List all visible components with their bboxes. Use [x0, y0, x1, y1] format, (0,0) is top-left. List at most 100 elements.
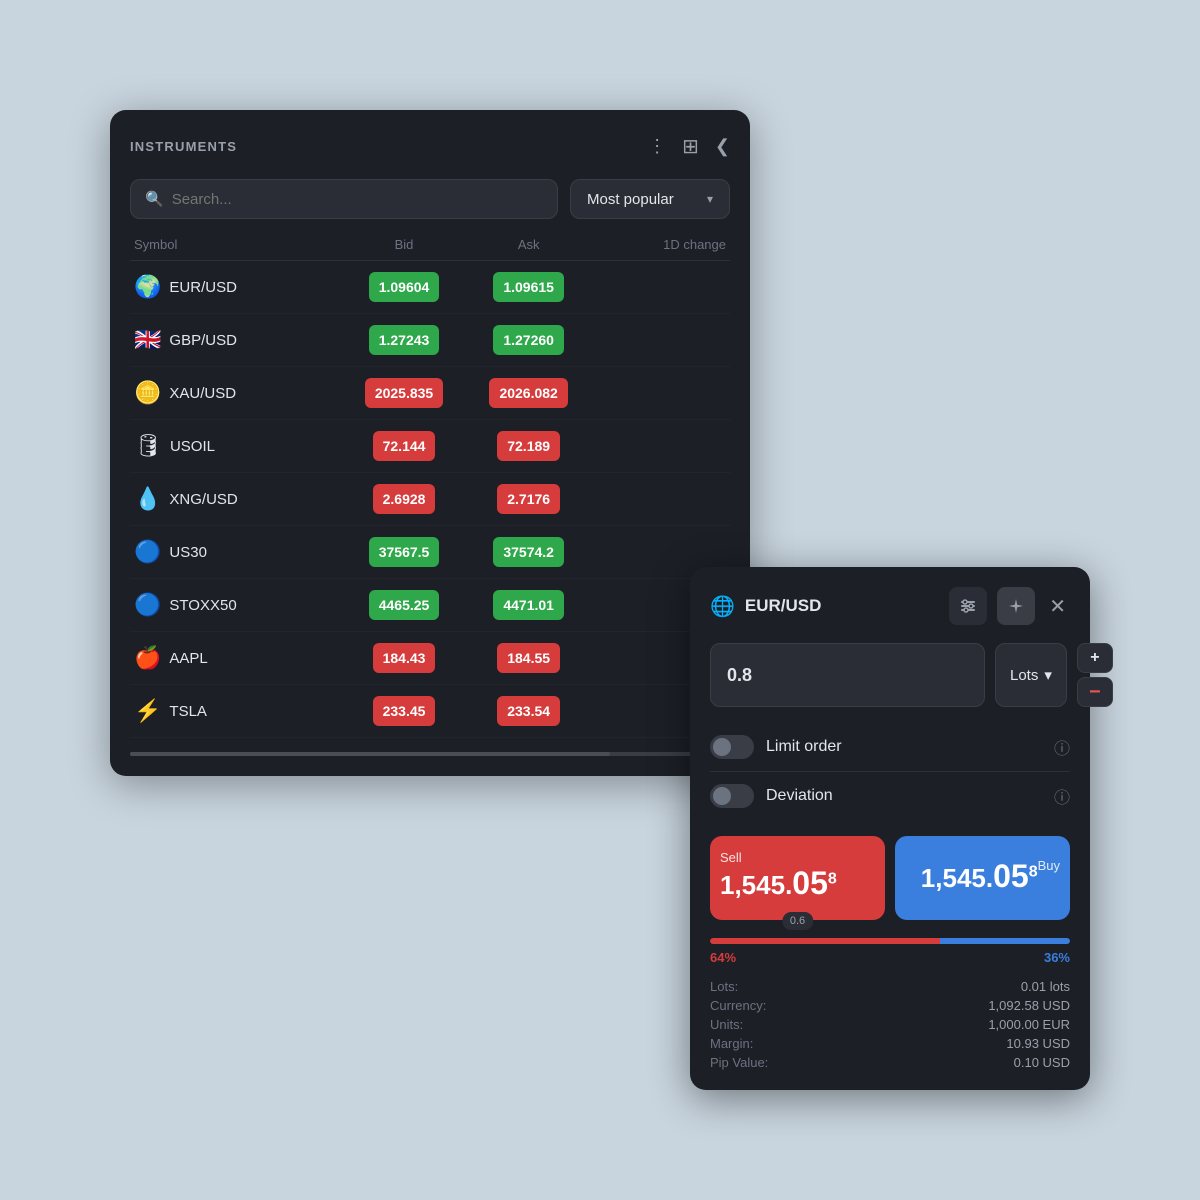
lot-unit-selector[interactable]: Lots ▾: [995, 643, 1067, 707]
table-row[interactable]: 🪙 XAU/USD 2025.835 2026.082: [130, 367, 730, 420]
limit-order-row: Limit order ⓘ: [710, 723, 1070, 772]
symbol-name: XNG/USD: [169, 491, 237, 508]
sentiment-labels: 64% 36%: [710, 950, 1070, 965]
trading-symbol: EUR/USD: [745, 596, 939, 616]
bid-cell: 2.6928: [342, 484, 467, 514]
lot-stepper: + −: [1077, 643, 1113, 707]
bid-price: 4465.25: [369, 590, 440, 620]
ask-cell: 1.09615: [466, 272, 591, 302]
symbol-cell: 🇬🇧 GBP/USD: [134, 327, 342, 353]
sentiment-blue-fill: [940, 938, 1070, 944]
sell-button[interactable]: Sell 1,545.058 0.6: [710, 836, 885, 920]
currency-label: Currency:: [710, 998, 890, 1013]
deviation-toggle[interactable]: [710, 784, 754, 808]
buy-sell-row: Sell 1,545.058 0.6 Buy 1,545.058: [710, 836, 1070, 920]
symbol-name: GBP/USD: [169, 332, 237, 349]
ask-price: 233.54: [497, 696, 560, 726]
symbol-cell: 🛢 USOIL: [134, 433, 342, 459]
ask-price: 72.189: [497, 431, 560, 461]
sparkle-button[interactable]: [997, 587, 1035, 625]
bid-cell: 72.144: [342, 431, 467, 461]
table-row[interactable]: 🛢 USOIL 72.144 72.189: [130, 420, 730, 473]
search-input[interactable]: [172, 191, 543, 208]
sell-price-exp: 8: [828, 871, 837, 888]
units-value: 1,000.00 EUR: [890, 1017, 1070, 1032]
limit-order-info-icon[interactable]: ⓘ: [1054, 735, 1070, 759]
bid-cell: 233.45: [342, 696, 467, 726]
table-row[interactable]: 🔵 US30 37567.5 37574.2: [130, 526, 730, 579]
symbol-icon: 🛢: [134, 433, 162, 459]
table-row[interactable]: ⚡ TSLA 233.45 233.54: [130, 685, 730, 738]
scrollbar-thumb: [130, 752, 610, 756]
ask-price: 37574.2: [493, 537, 564, 567]
table-row[interactable]: 🍎 AAPL 184.43 184.55: [130, 632, 730, 685]
deviation-knob: [713, 787, 731, 805]
bid-cell: 2025.835: [342, 378, 467, 408]
lot-unit-label: Lots: [1010, 667, 1038, 684]
filter-dropdown-label: Most popular: [587, 191, 674, 208]
col-ask: Ask: [466, 237, 591, 252]
bid-price: 37567.5: [369, 537, 440, 567]
ask-cell: 4471.01: [466, 590, 591, 620]
bid-price: 72.144: [373, 431, 436, 461]
search-box[interactable]: 🔍: [130, 179, 558, 219]
bid-price: 1.27243: [369, 325, 440, 355]
ask-price: 1.27260: [493, 325, 564, 355]
buy-button[interactable]: Buy 1,545.058: [895, 836, 1070, 920]
panel-header: INSTRUMENTS ⋮ ⊞ ❮: [130, 134, 730, 159]
symbol-icon: 🔵: [134, 539, 161, 565]
symbol-name: USOIL: [170, 438, 215, 455]
ask-cell: 72.189: [466, 431, 591, 461]
currency-value: 1,092.58 USD: [890, 998, 1070, 1013]
table-row[interactable]: 🇬🇧 GBP/USD 1.27243 1.27260: [130, 314, 730, 367]
close-button[interactable]: ✕: [1045, 590, 1070, 623]
table-row[interactable]: 🔵 STOXX50 4465.25 4471.01: [130, 579, 730, 632]
symbol-icon: 💧: [134, 486, 161, 512]
ask-price: 4471.01: [493, 590, 564, 620]
sliders-icon: [959, 597, 977, 615]
units-label: Units:: [710, 1017, 890, 1032]
chevron-down-icon: ▾: [707, 192, 713, 206]
table-row[interactable]: 🌍 EUR/USD 1.09604 1.09615: [130, 261, 730, 314]
stepper-minus-button[interactable]: −: [1077, 677, 1113, 707]
symbol-cell: 🌍 EUR/USD: [134, 274, 342, 300]
buy-price-main: 1,545.: [921, 863, 993, 893]
trading-symbol-flag: 🌐: [710, 594, 735, 619]
chevron-left-icon[interactable]: ❮: [715, 136, 730, 157]
deviation-info-icon[interactable]: ⓘ: [1054, 784, 1070, 808]
lot-input[interactable]: [710, 643, 985, 707]
filter-settings-button[interactable]: [949, 587, 987, 625]
ask-cell: 37574.2: [466, 537, 591, 567]
spread-bubble: 0.6: [782, 912, 813, 930]
ask-cell: 2026.082: [466, 378, 591, 408]
grid-icon[interactable]: ⊞: [682, 134, 699, 159]
bid-price: 233.45: [373, 696, 436, 726]
ask-cell: 2.7176: [466, 484, 591, 514]
sell-label: Sell: [720, 850, 875, 865]
ask-cell: 184.55: [466, 643, 591, 673]
sentiment-red-fill: [710, 938, 940, 944]
trade-info-grid: Lots: 0.01 lots Currency: 1,092.58 USD U…: [710, 979, 1070, 1070]
stepper-plus-button[interactable]: +: [1077, 643, 1113, 673]
col-bid: Bid: [342, 237, 467, 252]
pip-value: 0.10 USD: [890, 1055, 1070, 1070]
buy-label: Buy: [1038, 858, 1060, 873]
bid-cell: 37567.5: [342, 537, 467, 567]
scrollbar-track[interactable]: [130, 752, 730, 756]
dots-menu-icon[interactable]: ⋮: [648, 136, 666, 157]
bid-cell: 184.43: [342, 643, 467, 673]
sentiment-sell-pct: 64%: [710, 950, 736, 965]
table-row[interactable]: 💧 XNG/USD 2.6928 2.7176: [130, 473, 730, 526]
search-icon: 🔍: [145, 190, 164, 208]
panel-header-icons: ⋮ ⊞ ❮: [648, 134, 730, 159]
symbol-cell: ⚡ TSLA: [134, 698, 342, 724]
bid-cell: 1.27243: [342, 325, 467, 355]
filter-dropdown[interactable]: Most popular ▾: [570, 179, 730, 219]
symbol-icon: 🌍: [134, 274, 161, 300]
sell-price-main: 1,545.: [720, 870, 792, 900]
margin-value: 10.93 USD: [890, 1036, 1070, 1051]
sentiment-buy-pct: 36%: [1044, 950, 1070, 965]
table-header: Symbol Bid Ask 1D change: [130, 237, 730, 261]
bid-price: 2025.835: [365, 378, 443, 408]
limit-order-toggle[interactable]: [710, 735, 754, 759]
